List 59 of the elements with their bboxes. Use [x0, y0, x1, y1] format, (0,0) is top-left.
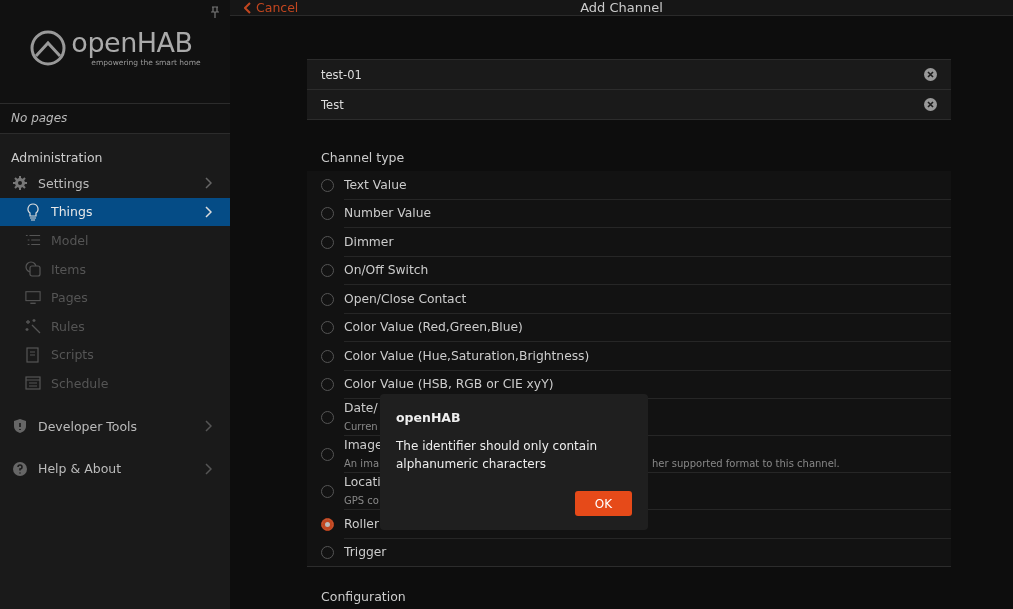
- cancel-button[interactable]: Cancel: [230, 0, 313, 15]
- no-pages-note: No pages: [0, 104, 230, 134]
- monitor-icon: [25, 290, 41, 306]
- chevron-left-icon: [244, 1, 252, 14]
- page-title: Add Channel: [580, 0, 663, 15]
- logo-text: openHAB: [71, 28, 193, 58]
- document-icon: [25, 346, 41, 363]
- option-description: An ima: [344, 457, 379, 469]
- option-label: Color Value (HSB, RGB or CIE xyY): [344, 377, 554, 392]
- option-label: Open/Close Contact: [344, 291, 467, 306]
- option-description: her supported format to this channel.: [652, 457, 840, 469]
- sidebar-item[interactable]: Developer Tools: [0, 411, 230, 441]
- option-label: Locati: [344, 474, 381, 489]
- option-label: Number Value: [344, 206, 432, 221]
- clear-icon[interactable]: [924, 98, 937, 111]
- section-title: Configuration: [321, 589, 407, 604]
- radio-option[interactable]: Color Value (Hue,Saturation,Brightness): [307, 342, 951, 371]
- calendar-icon: [25, 376, 41, 391]
- radio-option[interactable]: Trigger: [307, 538, 951, 566]
- sidebar-item[interactable]: Things: [0, 197, 230, 227]
- radio-option[interactable]: Number Value: [307, 199, 951, 228]
- option-label: Roller: [344, 516, 379, 531]
- clear-icon[interactable]: [924, 68, 937, 81]
- chevron-right-icon: [205, 177, 212, 190]
- radio-option[interactable]: Text Value: [307, 171, 951, 200]
- section-title: Administration: [10, 149, 104, 167]
- dialog-title: openHAB: [396, 410, 462, 425]
- option-label: Trigger: [344, 545, 387, 560]
- list-icon: [25, 234, 41, 247]
- option-label: Color Value (Red,Green,Blue): [344, 320, 523, 335]
- ok-button[interactable]: OK: [575, 491, 632, 516]
- section-title: Channel type: [321, 150, 406, 165]
- chevron-right-icon: [205, 205, 212, 218]
- option-label: Dimmer: [344, 234, 394, 249]
- chevron-right-icon: [205, 462, 212, 475]
- sidebar-item[interactable]: Settings: [0, 169, 230, 198]
- radio-option[interactable]: Open/Close Contact: [307, 285, 951, 314]
- help-icon: [12, 460, 28, 477]
- radio-option[interactable]: Color Value (Red,Green,Blue): [307, 313, 951, 342]
- chevron-right-icon: [205, 420, 212, 433]
- option-label: Color Value (Hue,Saturation,Brightness): [344, 348, 590, 363]
- option-description: GPS co: [344, 494, 379, 506]
- option-label: On/Off Switch: [344, 263, 429, 278]
- radio-option[interactable]: On/Off Switch: [307, 256, 951, 285]
- logo-icon: [29, 28, 68, 67]
- option-label: Image: [344, 437, 383, 452]
- gear-icon: [12, 175, 28, 192]
- option-label: Date/: [344, 400, 378, 415]
- shield-icon: [12, 418, 28, 435]
- magic-wand-icon: [25, 318, 41, 335]
- radio-option[interactable]: Dimmer: [307, 228, 951, 257]
- option-label: Text Value: [344, 177, 407, 192]
- sidebar-item[interactable]: Help & About: [0, 454, 230, 483]
- radio-button[interactable]: [321, 517, 334, 531]
- lightbulb-icon: [25, 202, 41, 221]
- dialog-message: The identifier should only contain alphanumeric characters: [396, 438, 599, 473]
- option-description: Curren: [344, 420, 378, 432]
- pin-icon[interactable]: [210, 6, 220, 18]
- shapes-icon: [25, 261, 41, 278]
